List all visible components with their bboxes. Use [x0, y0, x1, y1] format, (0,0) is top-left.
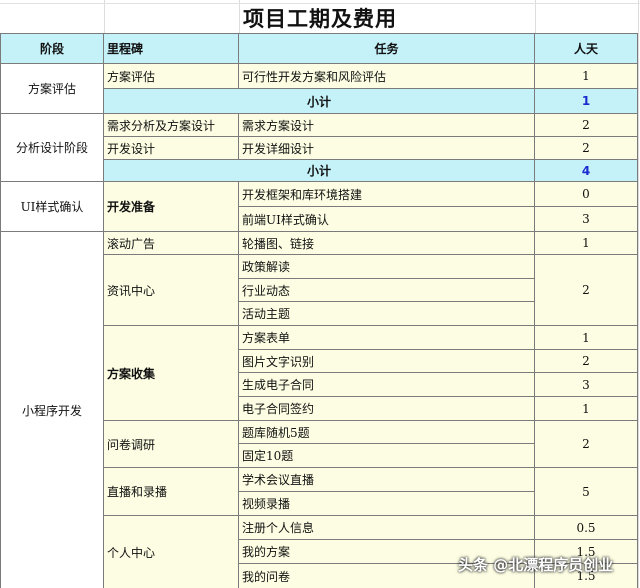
days-cell[interactable]: 2 [535, 421, 638, 468]
task-cell[interactable]: 开发框架和库环境搭建 [239, 182, 535, 207]
header-phase[interactable]: 阶段 [0, 33, 104, 64]
spreadsheet-view: 项目工期及费用 阶段 里程碑 任务 人天 方案评估 分析设计阶段 UI样式确认 … [0, 0, 640, 588]
task-cell[interactable]: 前端UI样式确认 [239, 207, 535, 232]
task-cell[interactable]: 需求方案设计 [239, 114, 535, 137]
days-cell[interactable]: 2 [535, 137, 638, 160]
task-cell[interactable]: 电子合同签约 [239, 397, 535, 421]
task-cell[interactable]: 开发详细设计 [239, 137, 535, 160]
milestone-cell[interactable]: 需求分析及方案设计 [104, 114, 239, 137]
task-cell[interactable]: 视频录播 [239, 492, 535, 516]
task-cell[interactable]: 行业动态 [239, 279, 535, 302]
milestone-cell[interactable]: 个人中心 [104, 516, 239, 588]
milestone-cell[interactable]: 资讯中心 [104, 255, 239, 326]
subtotal-value[interactable]: 1 [535, 89, 638, 114]
header-milestone[interactable]: 里程碑 [104, 33, 239, 64]
milestone-cell[interactable]: 滚动广告 [104, 232, 239, 255]
days-cell[interactable]: 1 [535, 397, 638, 421]
task-cell[interactable]: 图片文字识别 [239, 350, 535, 373]
days-cell[interactable]: 1 [535, 64, 638, 89]
phase-cell[interactable]: 分析设计阶段 [0, 114, 104, 182]
subtotal-label[interactable]: 小计 [104, 160, 535, 182]
days-cell[interactable]: 1 [535, 326, 638, 350]
phase-cell[interactable]: 小程序开发 [0, 232, 104, 588]
milestone-cell[interactable]: 问卷调研 [104, 421, 239, 468]
milestone-cell[interactable]: 方案收集 [104, 326, 239, 421]
task-cell[interactable]: 轮播图、链接 [239, 232, 535, 255]
task-cell[interactable]: 固定10题 [239, 444, 535, 468]
phase-cell[interactable]: 方案评估 [0, 64, 104, 114]
task-cell[interactable]: 政策解读 [239, 255, 535, 279]
days-cell[interactable]: 3 [535, 207, 638, 232]
task-cell[interactable]: 注册个人信息 [239, 516, 535, 540]
task-cell[interactable]: 学术会议直播 [239, 468, 535, 492]
subtotal-value[interactable]: 4 [535, 160, 638, 182]
days-cell[interactable]: 2 [535, 114, 638, 137]
milestone-cell[interactable]: 直播和录播 [104, 468, 239, 516]
milestone-cell[interactable]: 方案评估 [104, 64, 239, 89]
days-cell[interactable]: 1 [535, 232, 638, 255]
days-cell[interactable]: 0 [535, 182, 638, 207]
milestone-cell[interactable]: 开发设计 [104, 137, 239, 160]
milestone-cell[interactable]: 开发准备 [104, 182, 239, 232]
task-cell[interactable]: 题库随机5题 [239, 421, 535, 444]
sheet-title: 项目工期及费用 [243, 7, 397, 31]
days-cell[interactable]: 3 [535, 373, 638, 397]
task-cell[interactable]: 可行性开发方案和风险评估 [239, 64, 535, 89]
subtotal-label[interactable]: 小计 [104, 89, 535, 114]
header-days[interactable]: 人天 [535, 33, 638, 64]
days-cell[interactable]: 2 [535, 350, 638, 373]
days-cell[interactable]: 2 [535, 255, 638, 326]
grid-line [638, 0, 639, 588]
days-cell[interactable]: 0.5 [535, 516, 638, 540]
watermark: 头条 @北漂程序员创业 [458, 556, 614, 574]
task-cell[interactable]: 方案表单 [239, 326, 535, 350]
phase-cell[interactable]: UI样式确认 [0, 182, 104, 232]
days-cell[interactable]: 5 [535, 468, 638, 516]
task-cell[interactable]: 活动主题 [239, 302, 535, 326]
task-cell[interactable]: 生成电子合同 [239, 373, 535, 397]
header-task[interactable]: 任务 [239, 33, 535, 64]
